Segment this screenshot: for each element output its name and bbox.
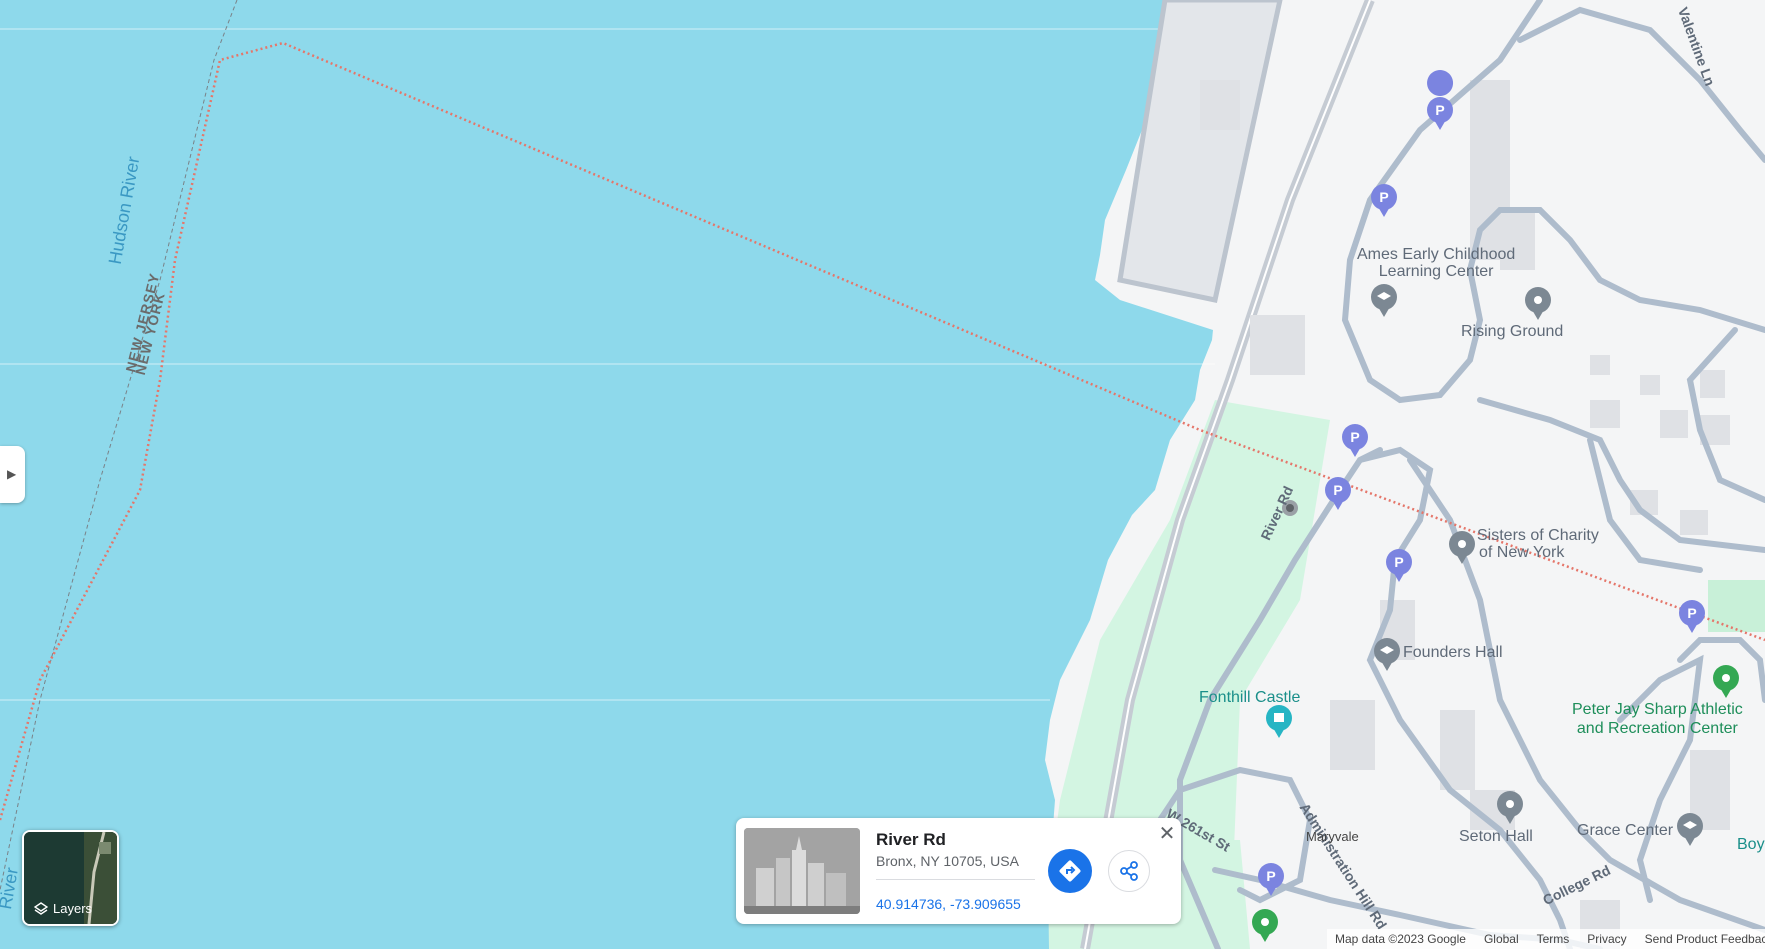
building: [1200, 80, 1240, 130]
layers-icon: [34, 901, 48, 915]
building: [1330, 700, 1375, 770]
building: [1250, 315, 1305, 375]
place-title: River Rd: [876, 830, 946, 849]
layers-label: Layers: [34, 901, 92, 916]
satellite-thumbnail-building: [99, 842, 111, 854]
terms-link[interactable]: Terms: [1537, 932, 1570, 946]
poi-label-line: Ames Early Childhood: [1357, 246, 1516, 263]
place-thumbnail[interactable]: [744, 828, 860, 914]
poi-label-line: of New York: [1479, 544, 1565, 561]
poi-label[interactable]: Ames Early Childhood Learning Center: [1357, 246, 1515, 280]
poi-label-line: and Recreation Center: [1576, 720, 1738, 737]
poi-label-line: Sisters of Charity: [1477, 527, 1599, 544]
building: [1440, 710, 1475, 790]
hudson-river-water: [0, 0, 1213, 949]
map-canvas[interactable]: P P P P P P P: [0, 0, 1765, 949]
expand-side-panel-button[interactable]: ▶: [0, 446, 25, 503]
poi-label[interactable]: Boy: [1737, 836, 1765, 854]
poi-label[interactable]: Fonthill Castle: [1199, 689, 1300, 707]
svg-text:P: P: [1333, 482, 1342, 498]
caret-right-icon: ▶: [7, 467, 17, 481]
privacy-link[interactable]: Privacy: [1587, 932, 1626, 946]
building: [1640, 375, 1660, 395]
svg-text:P: P: [1266, 868, 1275, 884]
svg-text:P: P: [1379, 189, 1388, 205]
city-skyline-building: [792, 850, 806, 908]
park-area-3: [1708, 580, 1765, 632]
directions-button[interactable]: [1048, 849, 1092, 893]
divider: [876, 879, 1035, 880]
poi-label[interactable]: Rising Ground: [1461, 323, 1563, 341]
map-footer: Map data ©2023 Google Global Terms Priva…: [1327, 929, 1765, 949]
svg-text:P: P: [1394, 554, 1403, 570]
building: [1700, 370, 1725, 398]
poi-label[interactable]: Grace Center: [1577, 822, 1673, 840]
city-skyline-icon: [744, 828, 860, 914]
poi-label[interactable]: Founders Hall: [1403, 644, 1503, 662]
poi-label[interactable]: Peter Jay Sharp Athletic and Recreation …: [1572, 700, 1743, 738]
send-feedback-link[interactable]: Send Product Feedback: [1645, 932, 1765, 946]
poi-label-line: Peter Jay Sharp Athletic: [1572, 701, 1743, 718]
poi-label[interactable]: Sisters of Charity of New York: [1477, 527, 1599, 561]
place-address: Bronx, NY 10705, USA: [876, 853, 1019, 869]
city-skyline-building: [776, 858, 790, 908]
map-data-attribution: Map data ©2023 Google: [1335, 932, 1466, 946]
building: [1660, 410, 1688, 438]
poi-label-line: Learning Center: [1378, 263, 1494, 280]
city-skyline-building: [808, 863, 824, 908]
city-skyline-building: [826, 873, 846, 908]
share-icon: [1120, 861, 1138, 881]
svg-text:P: P: [1350, 429, 1359, 445]
svg-text:P: P: [1435, 102, 1444, 118]
poi-label[interactable]: Seton Hall: [1459, 828, 1533, 846]
close-icon[interactable]: ✕: [1155, 822, 1179, 846]
poi-label[interactable]: Maryvale: [1306, 829, 1359, 844]
place-info-card[interactable]: River Rd Bronx, NY 10705, USA 40.914736,…: [736, 818, 1181, 924]
svg-text:P: P: [1687, 605, 1696, 621]
share-button[interactable]: [1108, 850, 1150, 892]
place-coordinates-link[interactable]: 40.914736, -73.909655: [876, 896, 1021, 912]
directions-icon: [1059, 860, 1081, 882]
global-link[interactable]: Global: [1484, 932, 1519, 946]
city-skyline-ground: [744, 906, 860, 914]
city-skyline-building: [756, 868, 774, 908]
layers-text: Layers: [53, 901, 93, 916]
building: [1590, 355, 1610, 375]
building: [1680, 510, 1708, 535]
layers-button[interactable]: Layers: [22, 830, 119, 926]
building: [1590, 400, 1620, 428]
